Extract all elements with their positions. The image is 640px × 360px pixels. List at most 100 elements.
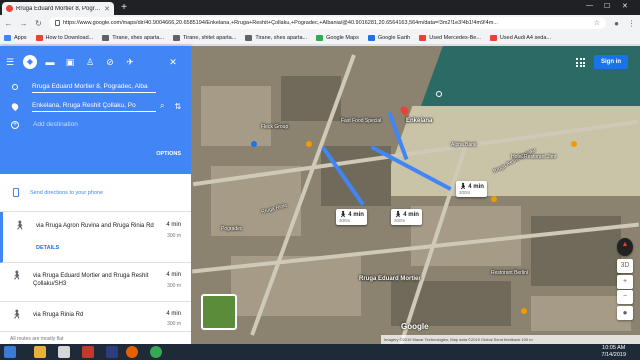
options-button[interactable]: OPTIONS — [156, 151, 181, 157]
back-icon[interactable]: ← — [4, 19, 13, 28]
poi-marker-icon[interactable] — [251, 141, 257, 147]
route-option-3[interactable]: 🚶︎ via Rruga Rinia Rd 4 min 300 m — [0, 302, 191, 332]
route-time: 4 min — [166, 222, 181, 228]
destination-input[interactable]: Enkelana, Rruga Reshit Çollaku, Po — [32, 100, 156, 112]
bookmark-label: Tirane, shitet aparta... — [183, 34, 237, 41]
new-tab-button[interactable]: + — [118, 2, 130, 13]
reload-icon[interactable]: ↻ — [34, 19, 43, 28]
chrome-icon[interactable] — [150, 346, 162, 358]
bookmark-label: Apps — [14, 34, 27, 41]
bookmarks-bar: Apps How to Download... Tirane, shes apart… — [0, 31, 640, 45]
bookmark-label: Used Audi A4 seda... — [499, 34, 551, 41]
tab-close-icon[interactable]: ✕ — [104, 5, 110, 13]
compass-icon[interactable]: ▲ — [617, 238, 633, 256]
walk-time-box[interactable]: 🚶︎ 4 min 300m — [391, 209, 422, 225]
bookmark-item[interactable]: How to Download... — [35, 34, 93, 41]
bookmark-label: Used Mercedes-Be... — [429, 34, 481, 41]
origin-dot-icon — [12, 84, 18, 90]
origin-input[interactable]: Rruga Eduard Mortier 8, Pogradec, Alba — [32, 81, 156, 93]
bookmark-item[interactable]: Google Maps — [316, 34, 359, 41]
route-details-link[interactable]: DETAILS — [36, 245, 59, 251]
walk-time-box[interactable]: 🚶︎ 4 min 300m — [456, 181, 487, 197]
phone-icon — [13, 188, 19, 197]
walking-icon: 🚶︎ — [11, 270, 23, 280]
cycling-icon[interactable]: ⊘ — [100, 57, 120, 68]
media-player-icon[interactable] — [58, 346, 70, 358]
account-icon[interactable]: ● — [612, 19, 621, 28]
menu-icon[interactable]: ☰ — [0, 57, 20, 68]
place-label: Fleck Group — [261, 124, 289, 130]
route-distance: 300 m — [167, 283, 181, 289]
bookmark-item[interactable]: Used Mercedes-Be... — [419, 34, 481, 41]
bookmark-favicon-icon — [102, 34, 110, 41]
bookmark-favicon-icon — [419, 34, 427, 41]
sign-in-button[interactable]: Sign in — [594, 55, 628, 69]
bookmark-item[interactable]: Tirane, shes aparta... — [102, 34, 164, 41]
route-option-2[interactable]: 🚶︎ via Rruga Eduard Mortier and Rruga Re… — [0, 263, 191, 302]
walk-time: 4 min — [468, 184, 484, 190]
best-route-icon[interactable]: ◆ — [23, 55, 37, 69]
firefox-icon[interactable] — [126, 346, 138, 358]
walk-time-box[interactable]: 🚶︎ 4 min 300m — [336, 209, 367, 225]
forward-icon[interactable]: → — [19, 19, 28, 28]
add-destination-row[interactable]: + Add destination — [0, 118, 191, 132]
walking-icon[interactable]: ♙ — [80, 57, 100, 68]
app-icon[interactable] — [82, 346, 94, 358]
menu-icon[interactable]: ⋮ — [627, 19, 636, 28]
route-via: via Rruga Agron Ruvina and Rruga Rinia R… — [36, 223, 154, 229]
google-logo: Google — [401, 322, 429, 331]
walk-time: 4 min — [403, 212, 419, 218]
url-text[interactable]: https://www.google.com/maps/dir/40.90046… — [63, 20, 591, 26]
apps-icon — [4, 34, 11, 41]
maximize-button[interactable]: ☐ — [604, 2, 610, 10]
zoom-out-button[interactable]: − — [617, 290, 633, 304]
omnibox[interactable]: https://www.google.com/maps/dir/40.90046… — [49, 17, 606, 29]
origin-row: Rruga Eduard Mortier 8, Pogradec, Alba — [0, 80, 191, 94]
bookmark-item[interactable]: Used Audi A4 seda... — [489, 34, 551, 41]
city-block — [531, 296, 631, 331]
satellite-map[interactable]: Rruga Eduard Mortier Enkelana Fast Food … — [191, 46, 640, 344]
walk-time: 4 min — [348, 212, 364, 218]
search-icon[interactable]: ⌕ — [160, 101, 164, 111]
car-icon[interactable]: ▬ — [40, 57, 60, 67]
view-3d-button[interactable]: 3D — [617, 259, 633, 273]
bookmark-item[interactable]: Tirane, shes aparta... — [245, 34, 307, 41]
close-window-button[interactable]: ✕ — [622, 2, 628, 10]
bookmark-favicon-icon — [489, 34, 497, 41]
add-destination-field[interactable]: Add destination — [33, 119, 157, 131]
browser-tab[interactable]: Rruga Eduard Mortier 8, Pogradec ✕ — [2, 2, 114, 15]
minimize-button[interactable]: — — [586, 2, 593, 9]
directions-header: ☰ ◆ ▬ ▣ ♙ ⊘ ✈ ✕ Rruga Eduard Mortier 8, … — [0, 46, 191, 174]
swap-icon[interactable]: ⇅ — [174, 102, 181, 111]
bookmark-item[interactable]: Apps — [4, 34, 27, 41]
poi-marker-icon[interactable] — [521, 308, 527, 314]
start-icon[interactable] — [4, 346, 16, 358]
poi-marker-icon[interactable] — [571, 141, 577, 147]
pegman-icon[interactable]: ● — [617, 306, 633, 320]
app-icon[interactable] — [106, 346, 118, 358]
route-distance: 300 m — [167, 321, 181, 327]
walking-icon: 🚶︎ — [14, 220, 26, 230]
tab-title: Rruga Eduard Mortier 8, Pogradec — [16, 5, 102, 12]
send-to-phone-link[interactable]: Send directions to your phone — [0, 174, 191, 212]
file-explorer-icon[interactable] — [34, 346, 46, 358]
bookmark-label: Google Earth — [377, 34, 411, 41]
bookmark-favicon-icon — [35, 34, 43, 41]
close-directions-icon[interactable]: ✕ — [163, 57, 183, 68]
poi-marker-icon[interactable] — [306, 141, 312, 147]
bookmark-favicon-icon — [316, 34, 324, 41]
route-via: via Rruga Eduard Mortier and Rruga Reshi… — [33, 273, 149, 287]
zoom-in-button[interactable]: + — [617, 275, 633, 289]
bookmark-item[interactable]: Google Earth — [367, 34, 411, 41]
bookmark-item[interactable]: Tirane, shitet aparta... — [173, 34, 237, 41]
start-circle-icon[interactable] — [436, 91, 442, 97]
google-apps-icon[interactable] — [576, 58, 585, 67]
route-time: 4 min — [166, 272, 181, 278]
flight-icon[interactable]: ✈ — [120, 57, 140, 68]
system-clock[interactable]: 10:05 AM 7/14/2019 — [602, 345, 626, 359]
poi-marker-icon[interactable] — [491, 196, 497, 202]
bookmark-star-icon[interactable]: ☆ — [594, 19, 600, 27]
route-option-1[interactable]: 🚶︎ via Rruga Agron Ruvina and Rruga Rini… — [0, 212, 191, 263]
transit-icon[interactable]: ▣ — [60, 57, 80, 68]
map-layer-thumbnail[interactable] — [201, 294, 237, 330]
